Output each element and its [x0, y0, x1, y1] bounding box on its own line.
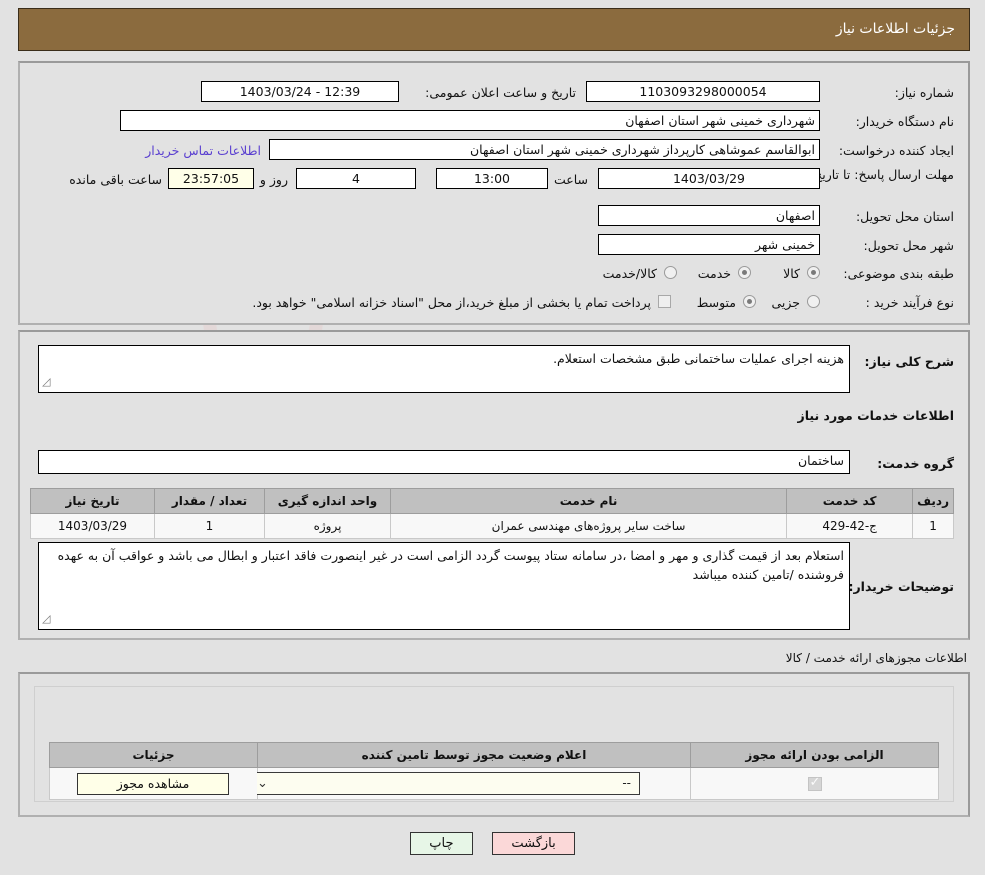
buyer-org-label: نام دستگاه خریدار:: [855, 114, 954, 129]
licenses-section-title: اطلاعات مجوزهای ارائه خدمت / کالا: [785, 651, 967, 665]
licenses-table: الزامی بودن ارائه مجوز اعلام وضعیت مجوز …: [49, 742, 939, 800]
need-description-panel: شرح کلی نیاز: هزینه اجرای عملیات ساختمان…: [18, 330, 970, 640]
footer-button-bar: بازگشت چاپ: [0, 832, 985, 855]
cell-row: 1: [912, 513, 954, 539]
need-description-text: هزینه اجرای عملیات ساختمانی طبق مشخصات ا…: [553, 351, 844, 366]
th-name: نام خدمت: [389, 488, 788, 514]
radio-category-kala-khedmat-label: کالا/خدمت: [602, 266, 657, 281]
th-license-details: جزئیات: [49, 742, 258, 768]
request-creator-field[interactable]: ابوالقاسم عموشاهی کارپرداز شهرداری خمینی…: [269, 139, 820, 160]
cell-qty: 1: [154, 513, 265, 539]
th-license-required: الزامی بودن ارائه مجوز: [690, 742, 939, 768]
delivery-city-label: شهر محل تحویل:: [863, 238, 954, 253]
cell-license-required: [690, 767, 939, 800]
need-description-textarea[interactable]: هزینه اجرای عملیات ساختمانی طبق مشخصات ا…: [38, 345, 850, 393]
deadline-date-field[interactable]: 1403/03/29: [598, 168, 820, 189]
th-code: کد خدمت: [786, 488, 914, 514]
page-header: جزئیات اطلاعات نیاز: [18, 8, 970, 51]
deadline-time-label: ساعت: [553, 172, 588, 187]
resize-grip-icon[interactable]: ◿: [42, 372, 50, 391]
th-license-status: اعلام وضعیت مجوز توسط تامین کننده: [257, 742, 691, 768]
buyer-org-field[interactable]: شهرداری خمینی شهر استان اصفهان: [120, 110, 820, 131]
cell-license-details: مشاهده مجوز: [49, 767, 258, 800]
buyer-notes-text: استعلام بعد از قیمت گذاری و مهر و امضا ،…: [57, 548, 844, 582]
chevron-down-icon: ⌄: [257, 776, 268, 791]
radio-process-motevaset[interactable]: [743, 295, 756, 308]
remaining-days-field[interactable]: 4: [296, 168, 416, 189]
deadline-time-field[interactable]: 13:00: [436, 168, 548, 189]
radio-category-kala-khedmat[interactable]: [664, 266, 677, 279]
radio-process-jozii-label: جزیی: [771, 295, 800, 310]
need-number-label: شماره نیاز:: [894, 85, 954, 100]
cell-license-status: ⌄ --: [250, 767, 691, 800]
buyer-notes-textarea[interactable]: استعلام بعد از قیمت گذاری و مهر و امضا ،…: [38, 542, 850, 630]
services-table-header-row: ردیف کد خدمت نام خدمت واحد اندازه گیری ت…: [30, 488, 954, 514]
table-row: 1 ج-42-429 ساخت سایر پروژه‌های مهندسی عم…: [30, 513, 954, 539]
services-section-heading: اطلاعات خدمات مورد نیاز: [797, 408, 955, 423]
deadline-label-text: مهلت ارسال پاسخ: تا تاریخ:: [809, 167, 954, 182]
radio-process-jozii[interactable]: [807, 295, 820, 308]
th-date: تاریخ نیاز: [30, 488, 155, 514]
deadline-label: مهلت ارسال پاسخ: تا تاریخ:: [810, 167, 954, 183]
cell-name: ساخت سایر پروژه‌های مهندسی عمران: [389, 513, 788, 539]
remaining-days-unit-label: روز و: [259, 172, 288, 187]
delivery-province-field[interactable]: اصفهان: [598, 205, 820, 226]
service-group-value: ساختمان: [798, 453, 844, 468]
delivery-province-label: استان محل تحویل:: [855, 209, 954, 224]
table-row: ⌄ -- مشاهده مجوز: [49, 767, 939, 800]
countdown-field: 23:57:05: [168, 168, 254, 189]
license-status-select[interactable]: ⌄ --: [250, 772, 640, 795]
cell-unit: پروژه: [264, 513, 391, 539]
cell-code: ج-42-429: [786, 513, 914, 539]
purchase-process-label: نوع فرآیند خرید :: [865, 295, 954, 310]
main-info-panel: شماره نیاز: 1103093298000054 تاریخ و ساع…: [18, 61, 970, 325]
license-status-value: --: [622, 776, 631, 790]
buyer-contact-link[interactable]: اطلاعات تماس خریدار: [145, 143, 261, 158]
radio-category-kala-label: کالا: [783, 266, 800, 281]
radio-category-kala[interactable]: [807, 266, 820, 279]
treasury-bonds-label: پرداخت تمام یا بخشی از مبلغ خرید،از محل …: [252, 295, 651, 310]
buyer-notes-label: توضیحات خریدار:: [848, 579, 954, 594]
need-description-label: شرح کلی نیاز:: [864, 354, 954, 369]
delivery-city-field[interactable]: خمینی شهر: [598, 234, 820, 255]
licenses-panel: الزامی بودن ارائه مجوز اعلام وضعیت مجوز …: [18, 672, 970, 817]
view-license-button[interactable]: مشاهده مجوز: [77, 773, 229, 795]
back-button[interactable]: بازگشت: [492, 832, 575, 855]
radio-category-khedmat-label: خدمت: [697, 266, 731, 281]
th-row: ردیف: [912, 488, 954, 514]
radio-process-motevaset-label: متوسط: [696, 295, 736, 310]
radio-category-khedmat[interactable]: [738, 266, 751, 279]
cell-date: 1403/03/29: [30, 513, 155, 539]
resize-grip-icon[interactable]: ◿: [42, 609, 50, 628]
page-title: جزئیات اطلاعات نیاز: [835, 21, 955, 37]
announce-datetime-field[interactable]: 12:39 - 1403/03/24: [201, 81, 399, 102]
service-group-label: گروه خدمت:: [877, 456, 954, 471]
licenses-inner-box: الزامی بودن ارائه مجوز اعلام وضعیت مجوز …: [34, 686, 954, 802]
announce-datetime-label: تاریخ و ساعت اعلان عمومی:: [425, 85, 576, 100]
subject-category-label: طبقه بندی موضوعی:: [843, 266, 954, 281]
licenses-table-header-row: الزامی بودن ارائه مجوز اعلام وضعیت مجوز …: [49, 742, 939, 768]
need-number-field[interactable]: 1103093298000054: [586, 81, 820, 102]
th-qty: تعداد / مقدار: [154, 488, 265, 514]
license-required-checkbox: [807, 775, 822, 791]
services-table: ردیف کد خدمت نام خدمت واحد اندازه گیری ت…: [30, 488, 954, 539]
th-unit: واحد اندازه گیری: [264, 488, 391, 514]
print-button[interactable]: چاپ: [410, 832, 473, 855]
service-group-field[interactable]: ساختمان: [38, 450, 850, 474]
countdown-suffix-label: ساعت باقی مانده: [69, 172, 162, 187]
request-creator-label: ایجاد کننده درخواست:: [838, 143, 954, 158]
treasury-bonds-checkbox[interactable]: [658, 295, 671, 308]
